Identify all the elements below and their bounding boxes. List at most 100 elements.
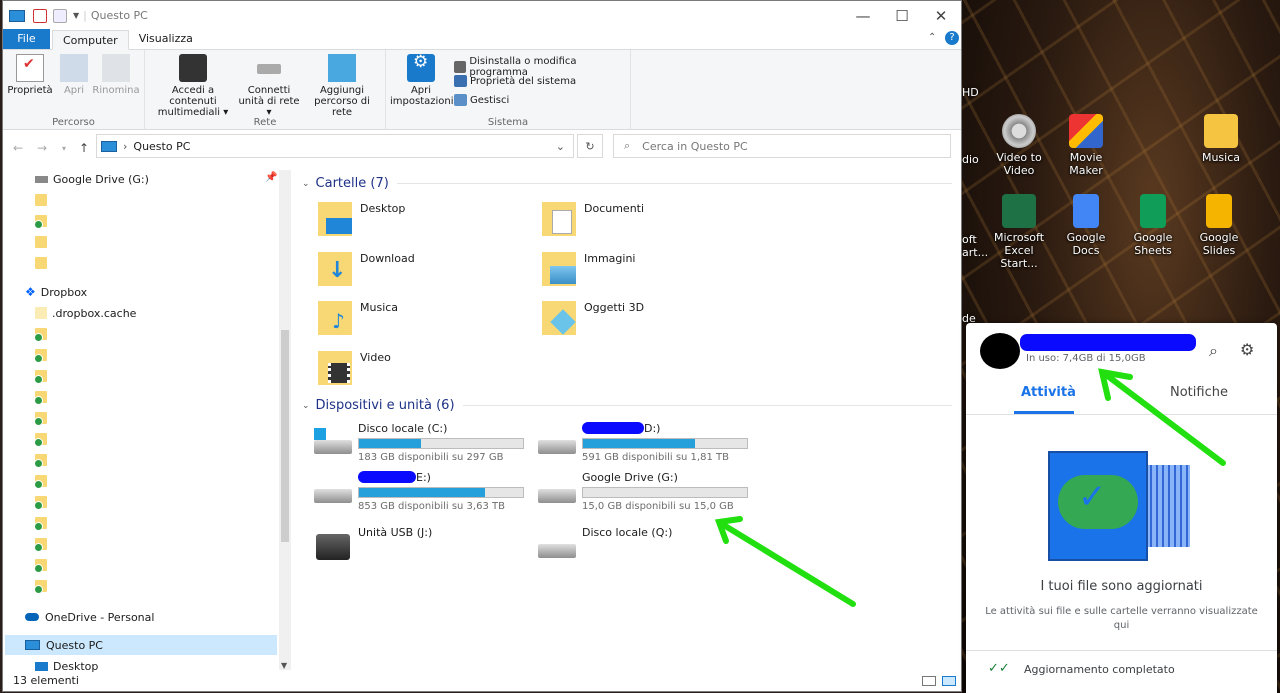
search-placeholder: Cerca in Questo PC — [642, 139, 748, 153]
list-item[interactable] — [34, 492, 47, 512]
list-item[interactable] — [34, 471, 47, 491]
rename-button[interactable]: Rinomina — [91, 54, 141, 96]
details-view-icon[interactable] — [922, 676, 936, 686]
desktop-icon-google-sheets[interactable]: Google Sheets — [1122, 194, 1184, 257]
open-button[interactable]: Apri — [57, 54, 91, 96]
gear-icon[interactable]: ⚙ — [1240, 340, 1254, 359]
system-properties-icon — [454, 75, 467, 87]
desktop-icon-excel[interactable]: Microsoft Excel Start... — [988, 194, 1050, 270]
drive-g[interactable]: Google Drive (G:) 15,0 GB disponibili su … — [538, 471, 748, 512]
map-drive-button[interactable]: Connetti unità di rete ▾ — [237, 54, 301, 118]
media-button[interactable]: Accedi a contenuti multimediali ▾ — [149, 54, 237, 118]
nav-this-pc[interactable]: Questo PC — [5, 635, 277, 655]
computer-icon — [9, 9, 25, 22]
pin-icon[interactable]: 📌 — [265, 172, 277, 183]
folder-oggetti-3d[interactable]: Oggetti 3D — [542, 301, 644, 335]
help-icon[interactable]: ? — [945, 31, 959, 45]
properties-button[interactable]: ✔ Proprietà — [7, 54, 53, 96]
refresh-button[interactable]: ↻ — [577, 134, 603, 158]
list-item[interactable] — [34, 211, 47, 231]
tab-activity[interactable]: Attività — [1021, 385, 1076, 400]
group-label: Rete — [253, 117, 277, 128]
folder-documenti[interactable]: Documenti — [542, 202, 644, 236]
nav-google-drive[interactable]: Google Drive (G:) — [35, 169, 149, 189]
folder-musica[interactable]: ♪ Musica — [318, 301, 398, 335]
redaction-mark — [358, 471, 416, 483]
drive-j[interactable]: Unità USB (J:) — [314, 526, 432, 560]
folder-icon — [35, 236, 47, 248]
address-bar-row: ← → ▾ ↑ › Questo PC ⌄ ↻ ⌕ Cerca in Quest… — [3, 130, 961, 164]
desktop-icon-video-to-video[interactable]: Video to Video — [988, 114, 1050, 177]
list-item[interactable] — [35, 253, 47, 273]
devices-section-header[interactable]: ⌄ Dispositivi e unità (6) — [302, 398, 952, 413]
usage-bar — [358, 487, 524, 498]
nav-desktop[interactable]: Desktop — [35, 656, 98, 672]
address-dropdown-icon[interactable]: ⌄ — [556, 140, 565, 153]
system-properties-button[interactable]: Proprietà del sistema — [454, 75, 576, 87]
list-item[interactable] — [34, 324, 47, 344]
desktop-icon-musica[interactable]: Musica — [1190, 114, 1252, 164]
back-arrow-icon[interactable]: ← — [13, 141, 23, 155]
properties-quick-icon[interactable] — [33, 8, 47, 23]
folder-immagini[interactable]: Immagini — [542, 252, 635, 286]
manage-button[interactable]: Gestisci — [454, 94, 509, 106]
settings-button[interactable]: ⚙ Apri impostazioni — [390, 54, 454, 108]
scroll-down-icon[interactable]: ▼ — [281, 661, 287, 670]
nav-onedrive[interactable]: OneDrive - Personal — [25, 607, 154, 627]
list-item[interactable] — [34, 534, 47, 554]
large-icons-view-icon[interactable] — [942, 676, 956, 686]
folder-video[interactable]: Video — [318, 351, 391, 385]
desktop-icon-google-docs[interactable]: Google Docs — [1055, 194, 1117, 257]
nav-dropbox[interactable]: ❖ Dropbox — [25, 282, 87, 302]
folder-desktop[interactable]: Desktop — [318, 202, 405, 236]
list-item[interactable] — [35, 190, 47, 210]
uninstall-icon — [454, 61, 467, 73]
desktop-folder-icon — [35, 661, 48, 671]
search-icon[interactable]: ⌕ — [1209, 341, 1218, 361]
collapse-ribbon-icon[interactable]: ⌃ — [928, 32, 936, 43]
network-drive-icon — [255, 54, 283, 82]
excel-icon — [1002, 194, 1036, 228]
folders-section-header[interactable]: ⌄ Cartelle (7) — [302, 176, 952, 191]
recent-dropdown-icon[interactable]: ▾ — [62, 144, 66, 153]
list-item[interactable] — [34, 429, 47, 449]
up-arrow-icon[interactable]: ↑ — [79, 141, 89, 155]
tab-notifications[interactable]: Notifiche — [1170, 385, 1228, 400]
list-item[interactable] — [35, 232, 47, 252]
google-drive-panel: In uso: 7,4GB di 15,0GB ⌕ ⚙ Attività Not… — [966, 323, 1277, 693]
maximize-button[interactable]: ☐ — [882, 1, 922, 30]
tab-computer[interactable]: Computer — [52, 30, 129, 50]
list-item[interactable] — [34, 555, 47, 575]
list-item[interactable] — [34, 387, 47, 407]
quick-access-dropdown-icon[interactable]: ▼ — [73, 11, 79, 20]
list-item[interactable] — [34, 576, 47, 596]
drive-q[interactable]: Disco locale (Q:) — [538, 526, 672, 560]
avatar[interactable] — [980, 333, 1020, 369]
search-input[interactable]: ⌕ Cerca in Questo PC — [613, 134, 951, 158]
video-folder-icon — [318, 351, 352, 385]
desktop-icon-google-slides[interactable]: Google Slides — [1188, 194, 1250, 257]
forward-arrow-icon[interactable]: → — [37, 141, 47, 155]
drive-c[interactable]: Disco locale (C:) 183 GB disponibili su 2… — [314, 422, 524, 463]
tab-file[interactable]: File — [3, 29, 50, 49]
folder-download[interactable]: ↓ Download — [318, 252, 415, 286]
scrollbar-thumb[interactable] — [281, 330, 289, 542]
close-button[interactable]: ✕ — [921, 1, 961, 30]
list-item[interactable] — [34, 408, 47, 428]
address-box[interactable]: › Questo PC ⌄ — [96, 134, 574, 158]
list-item[interactable] — [34, 345, 47, 365]
drive-e[interactable]: E:) 853 GB disponibili su 3,63 TB — [314, 471, 524, 512]
nav-scrollbar[interactable]: ▼ — [279, 170, 291, 670]
minimize-button[interactable]: — — [843, 1, 883, 30]
nav-dropbox-cache[interactable]: .dropbox.cache — [35, 303, 136, 323]
folder-synced-icon — [34, 475, 47, 489]
add-network-location-button[interactable]: Aggiungi percorso di rete — [303, 54, 381, 118]
new-folder-quick-icon[interactable] — [53, 8, 67, 23]
list-item[interactable] — [34, 450, 47, 470]
drive-d[interactable]: D:) 591 GB disponibili su 1,81 TB — [538, 422, 748, 463]
list-item[interactable] — [34, 366, 47, 386]
list-item[interactable] — [34, 513, 47, 533]
desktop-icon-movie-maker[interactable]: Movie Maker — [1055, 114, 1117, 177]
collapse-chevron-icon: ⌄ — [302, 400, 310, 411]
tab-visualizza[interactable]: Visualizza — [129, 29, 203, 49]
